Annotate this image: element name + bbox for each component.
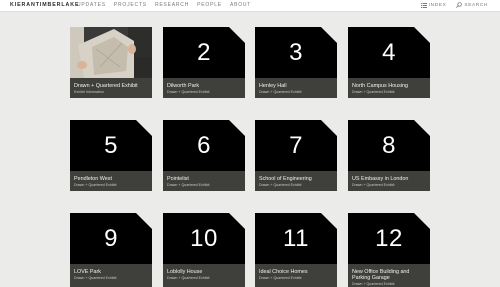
project-tile-3[interactable]: 3 Henley Hall Drawn + Quartered Exhibit	[255, 27, 337, 98]
tile-number: 12	[375, 224, 403, 252]
top-navigation-bar: KIERANTIMBERLAKE UPDATES PROJECTS RESEAR…	[0, 0, 500, 12]
tile-subtitle: Drawn + Quartered Exhibit	[259, 276, 302, 280]
tile-subtitle: Drawn + Quartered Exhibit	[352, 183, 395, 187]
tile-number-panel: 2	[163, 27, 245, 78]
tile-number-panel: 12	[348, 213, 430, 264]
tile-title: Pendleton West	[74, 176, 112, 182]
project-tile-11[interactable]: 11 Ideal Choice Homes Drawn + Quartered …	[255, 213, 337, 287]
list-icon	[420, 2, 427, 8]
tile-title: Dilworth Park	[167, 83, 200, 89]
tile-title: Henley Hall	[259, 83, 287, 89]
project-tile-10[interactable]: 10 Loblolly House Drawn + Quartered Exhi…	[163, 213, 245, 287]
exhibit-photo	[70, 27, 152, 78]
project-tile-4[interactable]: 4 North Campus Housing Drawn + Quartered…	[348, 27, 430, 98]
tile-number-panel: 11	[255, 213, 337, 264]
tile-number-panel: 10	[163, 213, 245, 264]
tile-title: Drawn + Quartered Exhibit	[74, 83, 138, 89]
nav-updates[interactable]: UPDATES	[77, 2, 106, 8]
search-button[interactable]: SEARCH	[456, 2, 488, 8]
search-label: SEARCH	[464, 2, 488, 8]
brand-logo[interactable]: KIERANTIMBERLAKE	[10, 2, 79, 8]
nav-projects[interactable]: PROJECTS	[114, 2, 147, 8]
tile-number: 5	[104, 131, 118, 159]
project-tile-5[interactable]: 5 Pendleton West Drawn + Quartered Exhib…	[70, 120, 152, 191]
nav-research[interactable]: RESEARCH	[155, 2, 189, 8]
tile-number-panel: 7	[255, 120, 337, 171]
tile-caption: School of Engineering Drawn + Quartered …	[255, 171, 337, 191]
search-icon	[456, 2, 463, 8]
tile-title: North Campus Housing	[352, 83, 409, 89]
tile-title: New Office Building and Parking Garage	[352, 269, 410, 281]
tile-caption: Drawn + Quartered Exhibit Exhibit Inform…	[70, 78, 152, 98]
tile-caption: Pointelist Drawn + Quartered Exhibit	[163, 171, 245, 191]
tile-number: 7	[289, 131, 303, 159]
tile-caption: US Embassy in London Drawn + Quartered E…	[348, 171, 430, 191]
index-button[interactable]: INDEX	[420, 2, 447, 8]
tile-title: US Embassy in London	[352, 176, 409, 182]
tile-number-panel: 8	[348, 120, 430, 171]
tile-title: Pointelist	[167, 176, 189, 182]
tile-caption: Ideal Choice Homes Drawn + Quartered Exh…	[255, 264, 337, 287]
project-tile-exhibit[interactable]: Drawn + Quartered Exhibit Exhibit Inform…	[70, 27, 152, 98]
tile-subtitle: Drawn + Quartered Exhibit	[259, 183, 302, 187]
project-tile-12[interactable]: 12 New Office Building and Parking Garag…	[348, 213, 430, 287]
tile-number: 2	[197, 38, 211, 66]
tile-subtitle: Drawn + Quartered Exhibit	[167, 183, 210, 187]
tile-number-panel: 5	[70, 120, 152, 171]
tile-number-panel: 4	[348, 27, 430, 78]
index-label: INDEX	[428, 2, 447, 8]
tile-subtitle: Drawn + Quartered Exhibit	[352, 282, 395, 286]
project-tile-2[interactable]: 2 Dilworth Park Drawn + Quartered Exhibi…	[163, 27, 245, 98]
tile-number: 11	[283, 224, 309, 252]
tile-number-panel: 3	[255, 27, 337, 78]
tile-subtitle: Drawn + Quartered Exhibit	[352, 90, 395, 94]
project-tile-9[interactable]: 9 LOVE Park Drawn + Quartered Exhibit	[70, 213, 152, 287]
tile-title: Ideal Choice Homes	[259, 269, 308, 275]
tile-caption: Pendleton West Drawn + Quartered Exhibit	[70, 171, 152, 191]
tile-subtitle: Drawn + Quartered Exhibit	[74, 276, 117, 280]
tile-caption: LOVE Park Drawn + Quartered Exhibit	[70, 264, 152, 287]
tile-number: 9	[104, 224, 118, 252]
main-nav: UPDATES PROJECTS RESEARCH PEOPLE ABOUT	[77, 2, 251, 8]
tile-title: School of Engineering	[259, 176, 312, 182]
project-tile-7[interactable]: 7 School of Engineering Drawn + Quartere…	[255, 120, 337, 191]
tile-subtitle: Drawn + Quartered Exhibit	[167, 276, 210, 280]
tile-caption: Henley Hall Drawn + Quartered Exhibit	[255, 78, 337, 98]
tile-subtitle: Exhibit Information	[74, 90, 104, 94]
utility-nav: INDEX SEARCH	[420, 2, 488, 8]
tile-caption: Loblolly House Drawn + Quartered Exhibit	[163, 264, 245, 287]
tile-number: 3	[289, 38, 303, 66]
tile-number-panel: 9	[70, 213, 152, 264]
tile-caption: North Campus Housing Drawn + Quartered E…	[348, 78, 430, 98]
tile-number: 4	[382, 38, 396, 66]
tile-number-panel: 6	[163, 120, 245, 171]
nav-people[interactable]: PEOPLE	[197, 2, 222, 8]
tile-caption: New Office Building and Parking Garage D…	[348, 264, 430, 287]
tile-subtitle: Drawn + Quartered Exhibit	[259, 90, 302, 94]
tile-subtitle: Drawn + Quartered Exhibit	[167, 90, 210, 94]
tile-number: 6	[197, 131, 211, 159]
tile-number: 8	[382, 131, 396, 159]
project-tile-8[interactable]: 8 US Embassy in London Drawn + Quartered…	[348, 120, 430, 191]
tile-title: LOVE Park	[74, 269, 101, 275]
tile-title: Loblolly House	[167, 269, 203, 275]
nav-about[interactable]: ABOUT	[230, 2, 251, 8]
tile-number: 10	[190, 224, 218, 252]
tile-subtitle: Drawn + Quartered Exhibit	[74, 183, 117, 187]
project-tile-6[interactable]: 6 Pointelist Drawn + Quartered Exhibit	[163, 120, 245, 191]
tile-caption: Dilworth Park Drawn + Quartered Exhibit	[163, 78, 245, 98]
